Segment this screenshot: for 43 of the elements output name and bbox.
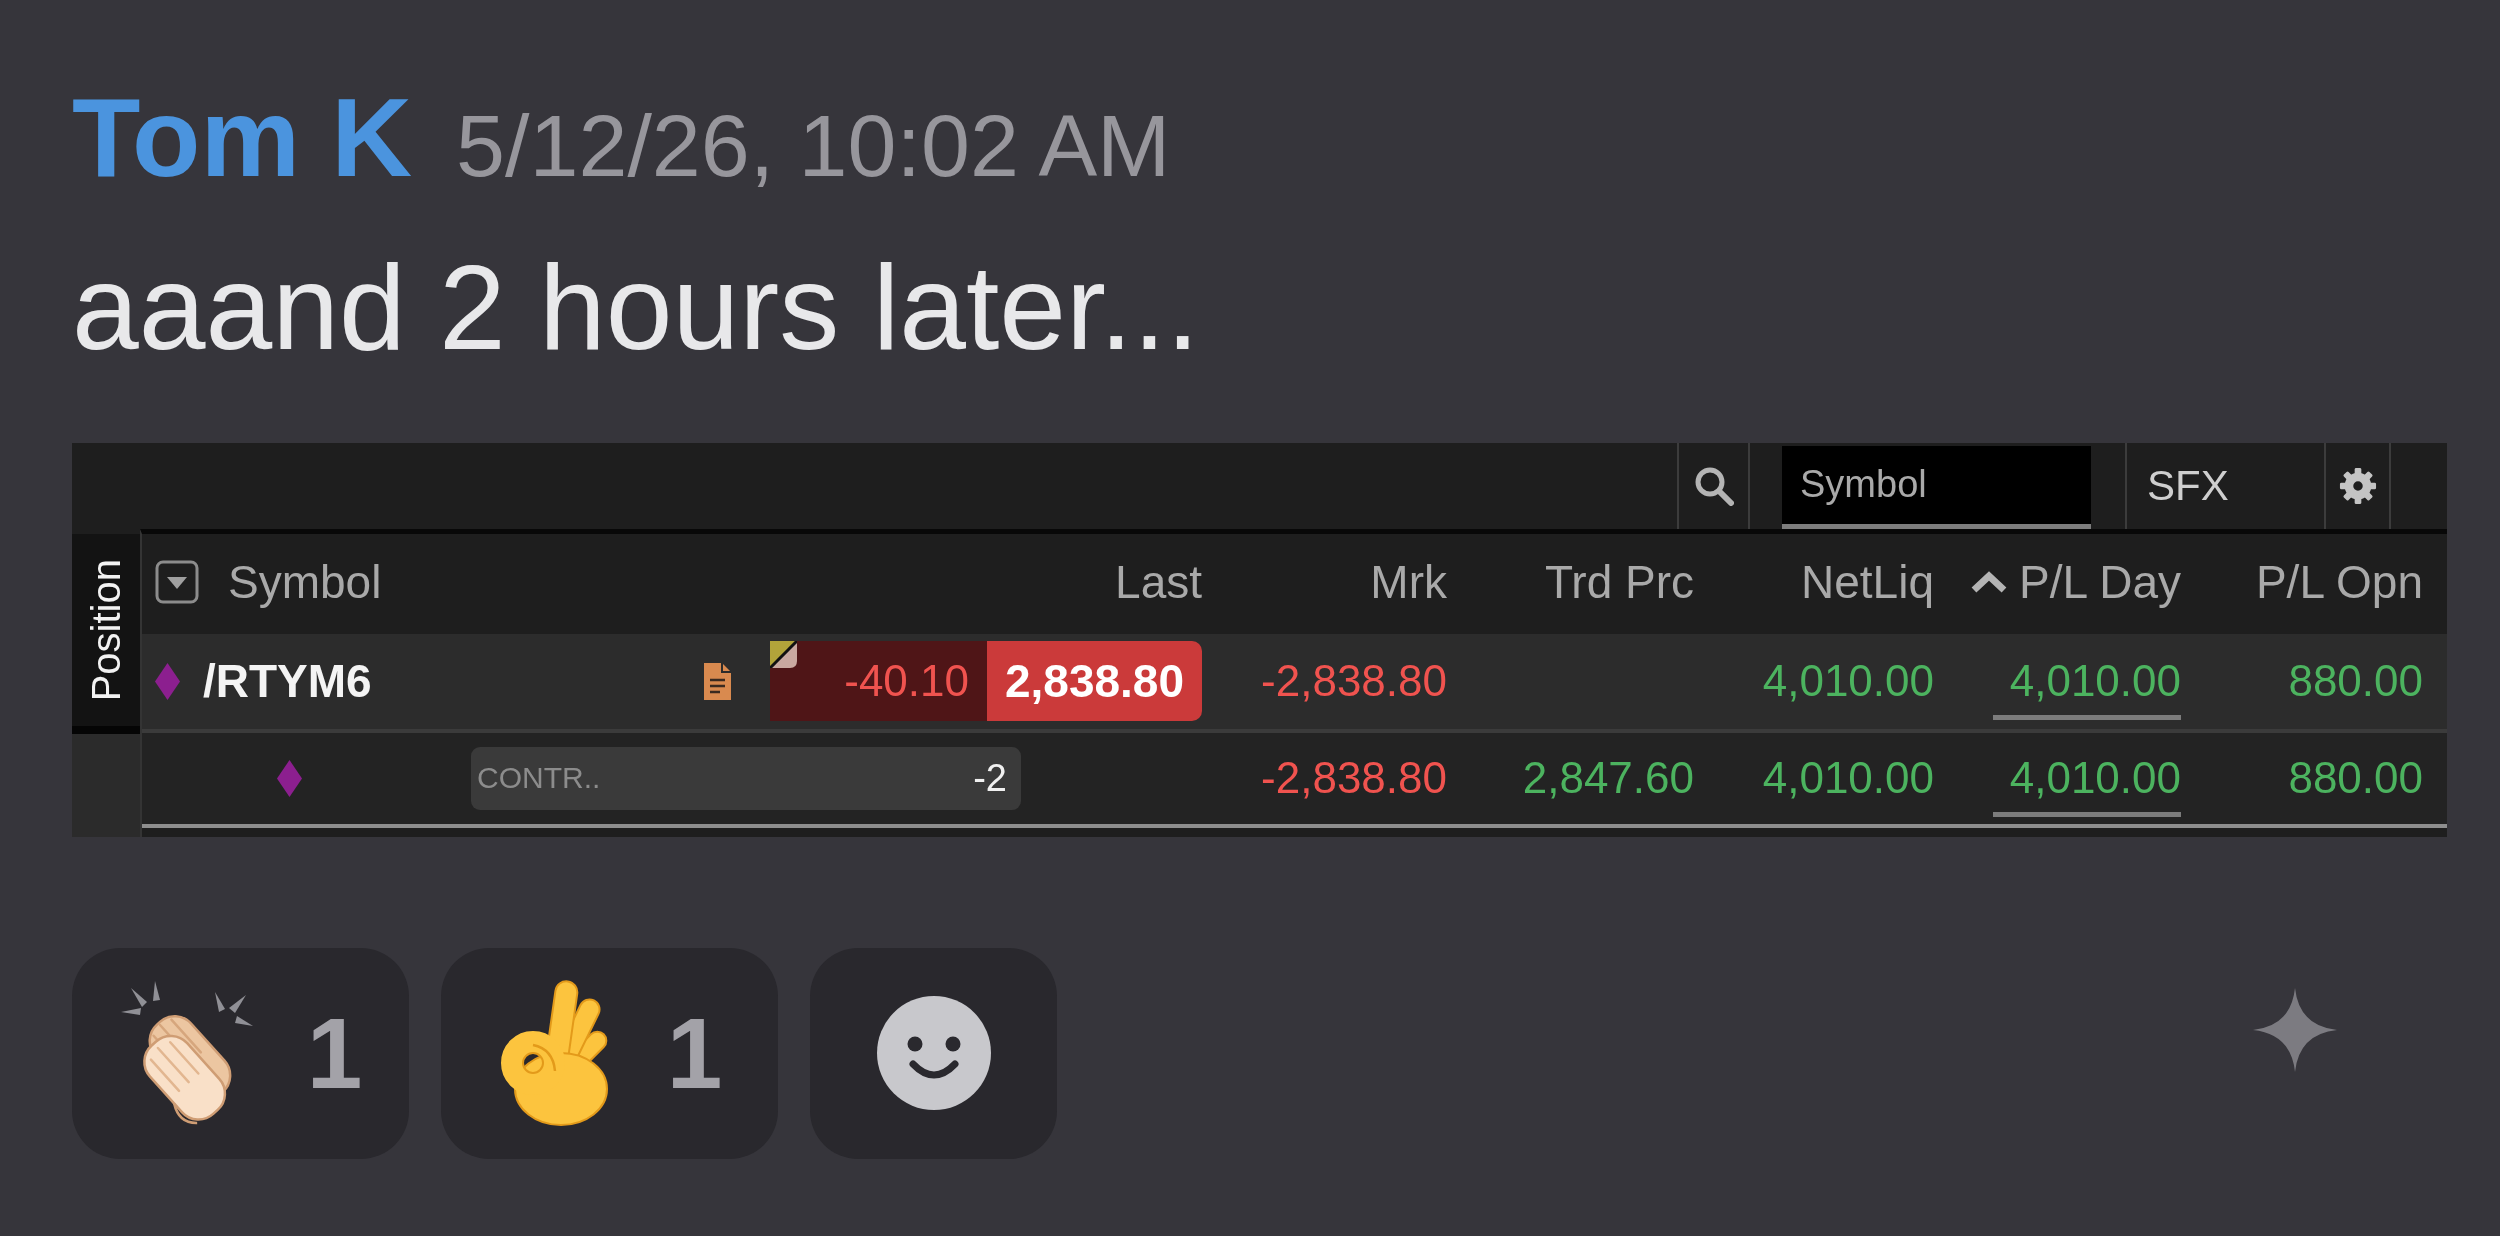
net-change-cell: -40.10 <box>770 641 987 722</box>
column-header[interactable]: Symbol <box>228 554 382 609</box>
settings-icon[interactable] <box>2338 466 2377 505</box>
sort-caret-icon[interactable] <box>1971 570 2008 593</box>
column-header[interactable]: Mrk <box>1370 554 1447 609</box>
table-cell: 2,847.60 <box>1522 753 1694 804</box>
table-row[interactable]: CONTR.. -2 -2,838.80 2,847.60 4,010.00 4,010.00 880.00 <box>142 732 2447 828</box>
reaction-button[interactable]: 1 <box>441 947 778 1159</box>
column-header[interactable]: Trd Prc <box>1544 554 1694 609</box>
table-cell: 4,010.00 <box>1993 739 2181 818</box>
table-cell: 880.00 <box>2288 656 2423 707</box>
account-selector[interactable]: SFX <box>2125 442 2324 529</box>
quantity-field[interactable]: CONTR.. -2 <box>471 746 1021 810</box>
symbol-text[interactable]: /RTYM6 <box>203 654 372 709</box>
table-cell: 4,010.00 <box>1762 753 1934 804</box>
reaction-button[interactable]: 1 <box>72 947 409 1159</box>
table-cell: -2,838.80 <box>1261 753 1447 804</box>
search-icon[interactable] <box>1693 465 1734 506</box>
side-tab[interactable]: Position <box>72 533 140 734</box>
diamond-icon <box>277 759 302 797</box>
smiley-icon[interactable] <box>876 996 991 1111</box>
screenshot-attachment[interactable]: Symbol SFX Position Symbol Last Mrk Trd Prc NetLiq P/L Day P/L Opn /RTYM6 -40.10 2,838.80 -2,838.80 4,010.00 4,010.00 880.00 CONTR.. -2 -2,838.80 2,847.60 4,010.00 4,010.00 880.00 <box>72 442 2447 837</box>
column-header[interactable]: P/L Day <box>2019 554 2181 609</box>
table-cell: -2,838.80 <box>1261 656 1447 707</box>
add-reaction-button[interactable] <box>810 947 1057 1159</box>
table-cell: 880.00 <box>2288 753 2423 804</box>
last-price-badge: 2,838.80 <box>987 641 1202 722</box>
column-header[interactable]: Last <box>1115 554 1202 609</box>
timestamp: 5/12/26, 10:02 AM <box>456 95 1171 197</box>
search-button[interactable] <box>1677 442 1750 529</box>
symbol-search-field[interactable]: Symbol <box>1782 445 2091 529</box>
message-text: aaand 2 hours later... <box>72 238 1200 376</box>
note-icon[interactable] <box>702 660 733 702</box>
dropdown-icon[interactable] <box>155 559 199 604</box>
table-cell: 4,010.00 <box>1762 656 1934 707</box>
settings-button[interactable] <box>2324 442 2391 529</box>
column-header[interactable]: NetLiq <box>1801 554 1934 609</box>
author-name[interactable]: Tom K <box>72 74 413 203</box>
table-cell: 4,010.00 <box>1993 642 2181 721</box>
table-row[interactable]: /RTYM6 -40.10 2,838.80 -2,838.80 4,010.00 4,010.00 880.00 <box>142 633 2447 733</box>
diamond-icon <box>155 662 180 700</box>
column-header[interactable]: P/L Opn <box>2255 554 2423 609</box>
corner-flag-icon <box>770 641 797 669</box>
